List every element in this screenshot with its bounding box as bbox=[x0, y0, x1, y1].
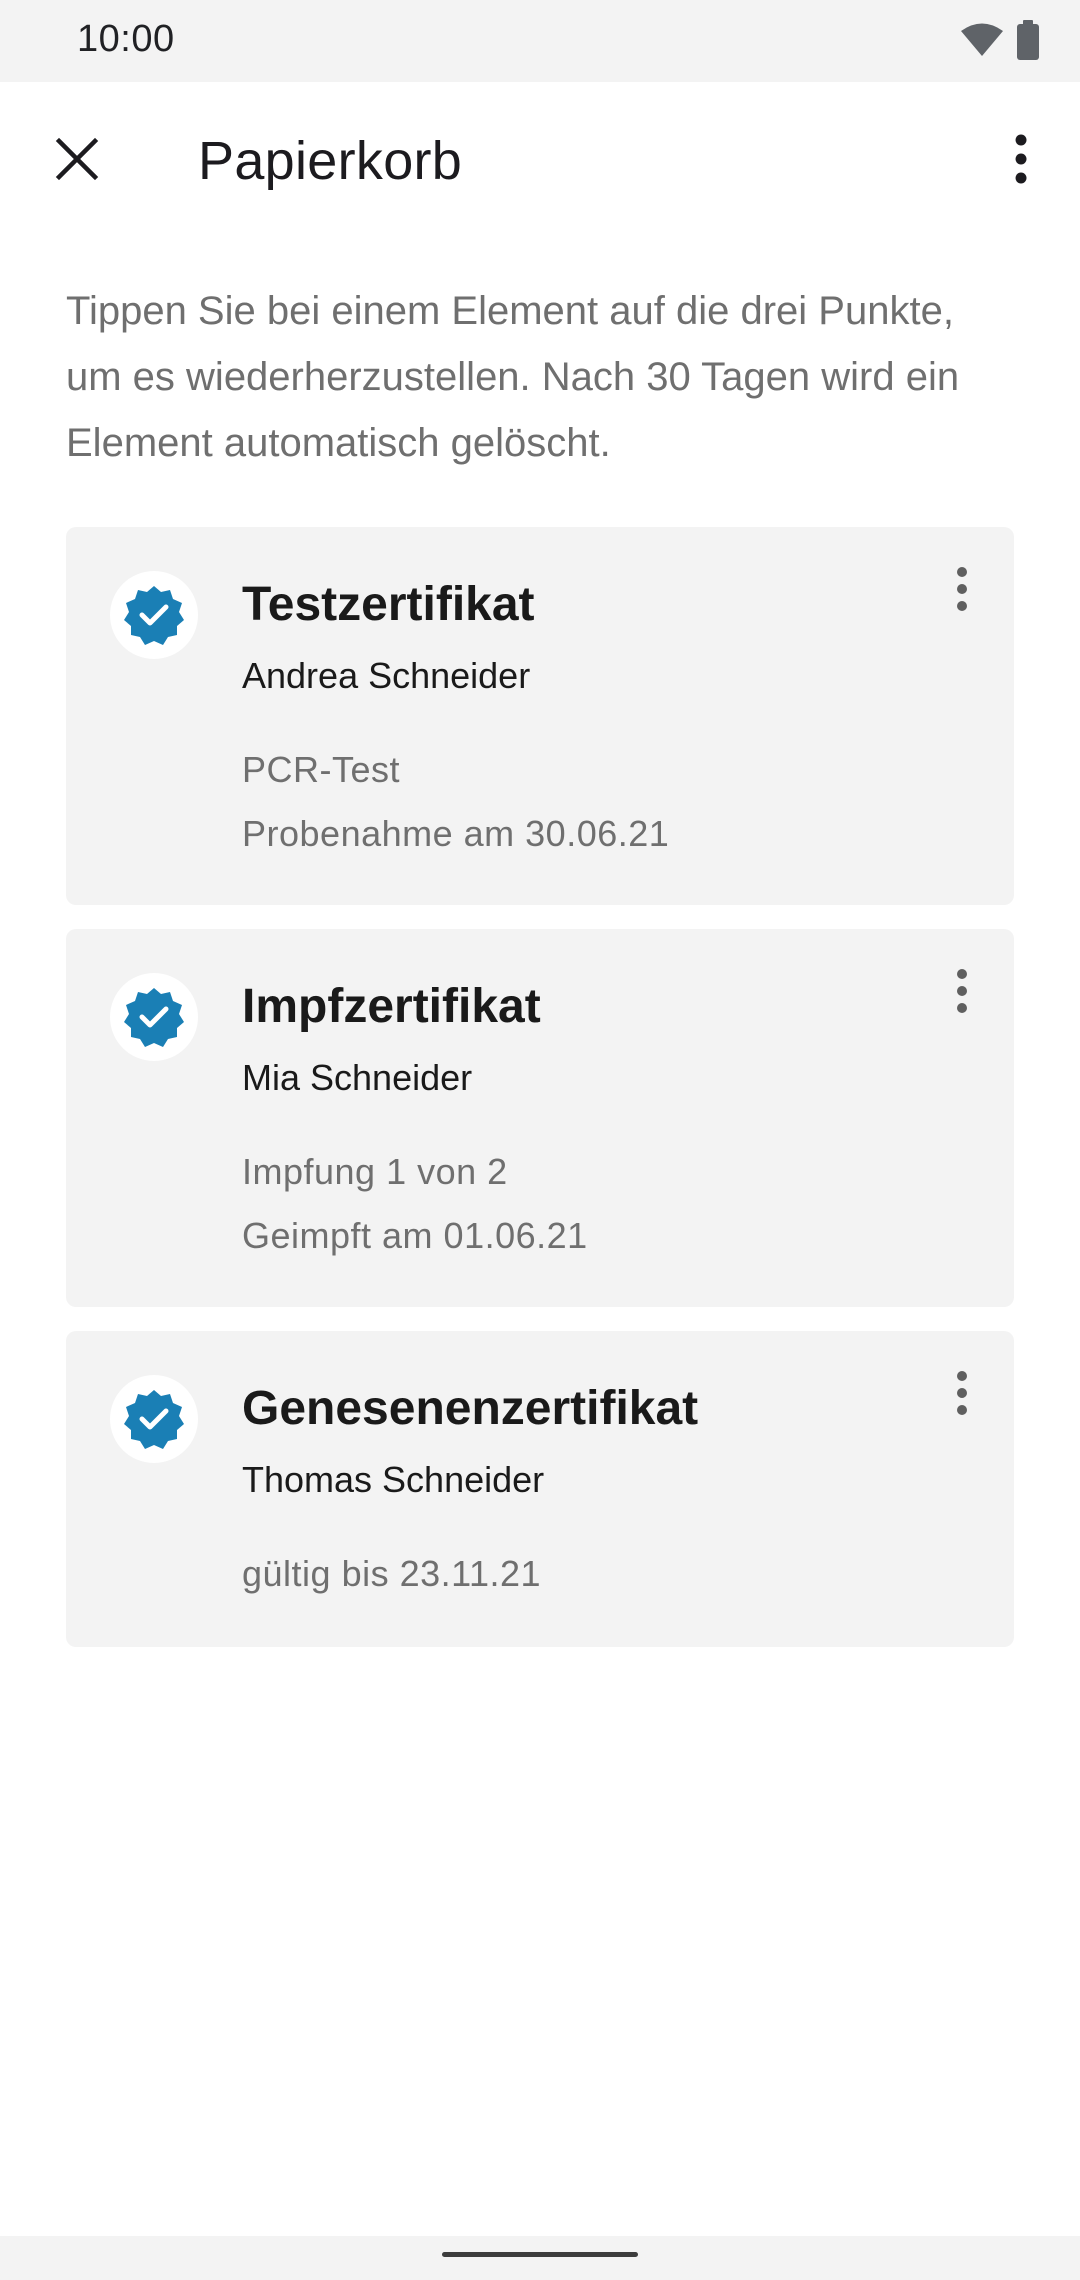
certificate-card-recovery[interactable]: Genesenenzertifikat Thomas Schneider gül… bbox=[66, 1331, 1014, 1647]
wifi-icon bbox=[960, 22, 1004, 63]
certificate-title: Testzertifikat bbox=[242, 578, 535, 631]
more-vert-icon bbox=[955, 1370, 969, 1421]
page-title: Papierkorb bbox=[198, 131, 463, 191]
certificate-card-vaccination[interactable]: Impfzertifikat Mia Schneider Impfung 1 v… bbox=[66, 929, 1014, 1307]
intro-text: Tippen Sie bei einem Element auf die dre… bbox=[66, 289, 960, 465]
overflow-menu-button[interactable] bbox=[980, 120, 1062, 202]
card-menu-button[interactable] bbox=[932, 555, 992, 627]
navigation-bar bbox=[0, 2236, 1080, 2280]
certificate-card-test[interactable]: Testzertifikat Andrea Schneider PCR-Test… bbox=[66, 527, 1014, 905]
status-time: 10:00 bbox=[77, 18, 175, 60]
more-vert-icon bbox=[1014, 134, 1028, 189]
certificate-date: Geimpft am 01.06.21 bbox=[242, 1215, 588, 1256]
certificate-title: Genesenenzertifikat bbox=[242, 1382, 699, 1435]
close-button[interactable] bbox=[36, 120, 118, 202]
close-icon bbox=[55, 137, 99, 186]
verified-badge-icon bbox=[110, 571, 198, 659]
certificate-title: Impfzertifikat bbox=[242, 980, 541, 1033]
battery-icon bbox=[1016, 19, 1040, 65]
certificate-detail: Impfung 1 von 2 bbox=[242, 1151, 508, 1192]
certificate-detail: PCR-Test bbox=[242, 749, 401, 790]
certificate-date: Probenahme am 30.06.21 bbox=[242, 813, 670, 854]
certificate-holder-name: Thomas Schneider bbox=[242, 1459, 545, 1500]
verified-badge-icon bbox=[110, 973, 198, 1061]
status-bar: 10:00 bbox=[0, 0, 1080, 82]
certificate-holder-name: Mia Schneider bbox=[242, 1057, 473, 1098]
status-icons bbox=[960, 19, 1040, 65]
home-indicator[interactable] bbox=[442, 2252, 638, 2257]
more-vert-icon bbox=[955, 968, 969, 1019]
more-vert-icon bbox=[955, 566, 969, 617]
certificate-holder-name: Andrea Schneider bbox=[242, 655, 531, 696]
card-menu-button[interactable] bbox=[932, 957, 992, 1029]
certificate-validity: gültig bis 23.11.21 bbox=[242, 1553, 542, 1594]
app-bar: Papierkorb bbox=[0, 82, 1080, 242]
card-menu-button[interactable] bbox=[932, 1359, 992, 1431]
verified-badge-icon bbox=[110, 1375, 198, 1463]
